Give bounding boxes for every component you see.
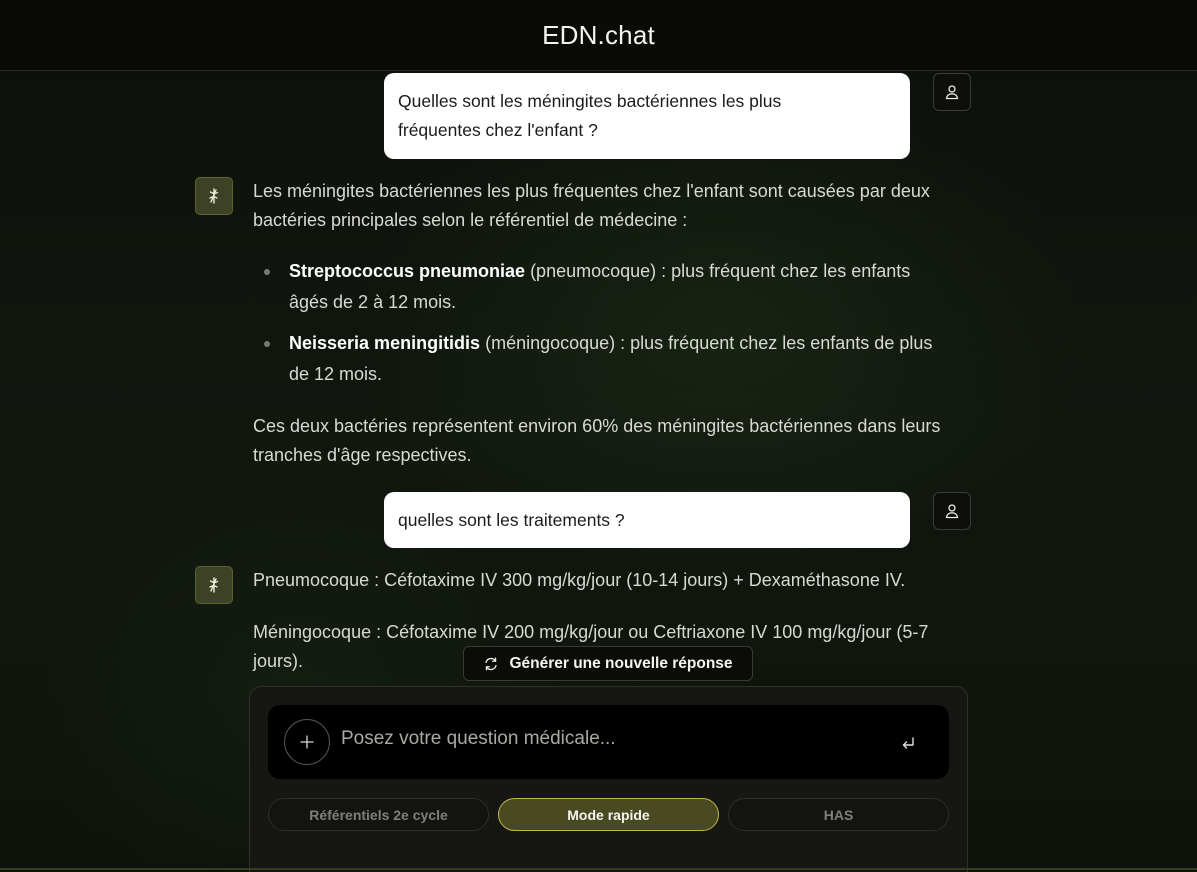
assistant-paragraph: Les méningites bactériennes les plus fré…: [253, 181, 930, 230]
caduceus-icon: [209, 577, 219, 593]
mode-rapide-button[interactable]: Mode rapide: [498, 798, 719, 831]
assistant-avatar: [195, 177, 233, 215]
regenerate-button[interactable]: Générer une nouvelle réponse: [463, 646, 753, 681]
caduceus-icon: [209, 188, 219, 204]
bullet-dot: [264, 269, 270, 275]
plus-icon: [300, 735, 314, 749]
assistant-avatar: [195, 566, 233, 604]
user-icon: [945, 504, 959, 519]
assistant-paragraph: Ces deux bactéries représentent environ …: [253, 416, 941, 465]
question-input[interactable]: [341, 724, 881, 754]
bullet-dot: [264, 341, 270, 347]
mode-label: Mode rapide: [567, 806, 650, 823]
assistant-paragraph: Pneumocoque : Céfotaxime IV 300 mg/kg/jo…: [253, 570, 906, 590]
refresh-icon: [485, 657, 498, 670]
user-message: quelles sont les traitements ?: [384, 492, 910, 548]
user-message: Quelles sont les méningites bactériennes…: [384, 73, 910, 159]
mode-has-button[interactable]: HAS: [728, 798, 949, 831]
mode-label: Référentiels 2e cycle: [309, 806, 448, 823]
app-title: EDN.chat: [542, 19, 655, 50]
bacteria-name: Neisseria meningitidis: [289, 333, 481, 353]
top-bar: EDN.chat: [0, 0, 1197, 71]
send-button[interactable]: [896, 731, 920, 755]
bacteria-list: Streptococcus pneumoniae (pneumocoque) :…: [253, 256, 953, 390]
enter-icon: [902, 737, 914, 749]
bottom-divider: [0, 868, 1197, 870]
user-message-line: quelles sont les traitements ?: [398, 510, 625, 530]
mode-label: HAS: [823, 806, 854, 823]
attach-button[interactable]: [284, 719, 330, 765]
list-item: Streptococcus pneumoniae (pneumocoque) :…: [253, 256, 953, 318]
user-avatar: [933, 73, 971, 111]
assistant-message: Les méningites bactériennes les plus fré…: [253, 177, 953, 470]
user-message-line: Quelles sont les méningites bactériennes…: [398, 91, 782, 111]
user-icon: [945, 85, 959, 100]
list-item: Neisseria meningitidis (méningocoque) : …: [253, 328, 953, 390]
chat-page: EDN.chat Quelles sont les méningites bac…: [0, 0, 1197, 872]
mode-referentiels-button[interactable]: Référentiels 2e cycle: [268, 798, 489, 831]
user-avatar: [933, 492, 971, 530]
bacteria-name: Streptococcus pneumoniae: [289, 261, 526, 281]
user-message-line: fréquentes chez l'enfant ?: [398, 120, 598, 140]
regenerate-label: Générer une nouvelle réponse: [509, 654, 733, 672]
